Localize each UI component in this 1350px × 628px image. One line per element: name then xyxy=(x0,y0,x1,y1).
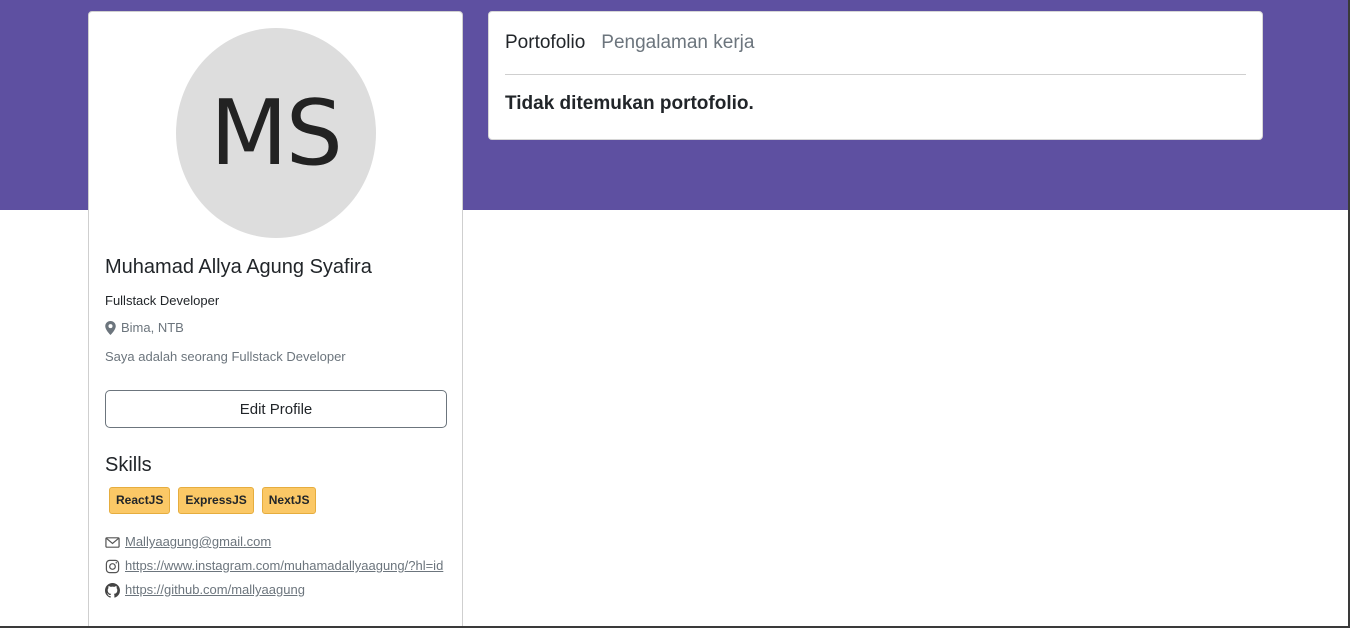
profile-job: Fullstack Developer xyxy=(105,293,220,308)
profile-card: MS Muhamad Allya Agung Syafira Fullstack… xyxy=(88,11,463,628)
edit-profile-button[interactable]: Edit Profile xyxy=(105,390,447,428)
contact-github: https://github.com/mallyaagung xyxy=(105,578,446,602)
github-link[interactable]: https://github.com/mallyaagung xyxy=(125,578,305,602)
tab-work-experience[interactable]: Pengalaman kerja xyxy=(601,32,754,54)
instagram-link[interactable]: https://www.instagram.com/muhamadallyaag… xyxy=(125,554,446,578)
portfolio-card: Portofolio Pengalaman kerja Tidak ditemu… xyxy=(488,11,1263,140)
instagram-icon xyxy=(105,559,120,573)
avatar: MS xyxy=(175,28,376,238)
envelope-icon xyxy=(105,536,120,548)
tab-portfolio[interactable]: Portofolio xyxy=(505,32,585,54)
contact-list: Mallyaagung@gmail.com https://www.instag… xyxy=(105,530,446,602)
email-link[interactable]: Mallyaagung@gmail.com xyxy=(125,530,271,554)
profile-tabs: Portofolio Pengalaman kerja xyxy=(505,12,1246,75)
profile-location: Bima, NTB xyxy=(105,320,446,335)
map-pin-icon xyxy=(105,320,116,335)
github-icon xyxy=(105,582,120,598)
skill-badge: ExpressJS xyxy=(178,487,254,514)
skill-badge: ReactJS xyxy=(109,487,171,514)
skills-heading: Skills xyxy=(105,454,152,476)
location-text: Bima, NTB xyxy=(121,320,184,335)
profile-bio: Saya adalah seorang Fullstack Developer xyxy=(105,349,346,364)
empty-portfolio-message: Tidak ditemukan portofolio. xyxy=(505,93,754,114)
skill-badge: NextJS xyxy=(261,487,317,514)
contact-email: Mallyaagung@gmail.com xyxy=(105,530,446,554)
skills-list: ReactJS ExpressJS NextJS xyxy=(105,487,446,514)
profile-name: Muhamad Allya Agung Syafira xyxy=(105,256,372,278)
contact-instagram: https://www.instagram.com/muhamadallyaag… xyxy=(105,554,446,578)
